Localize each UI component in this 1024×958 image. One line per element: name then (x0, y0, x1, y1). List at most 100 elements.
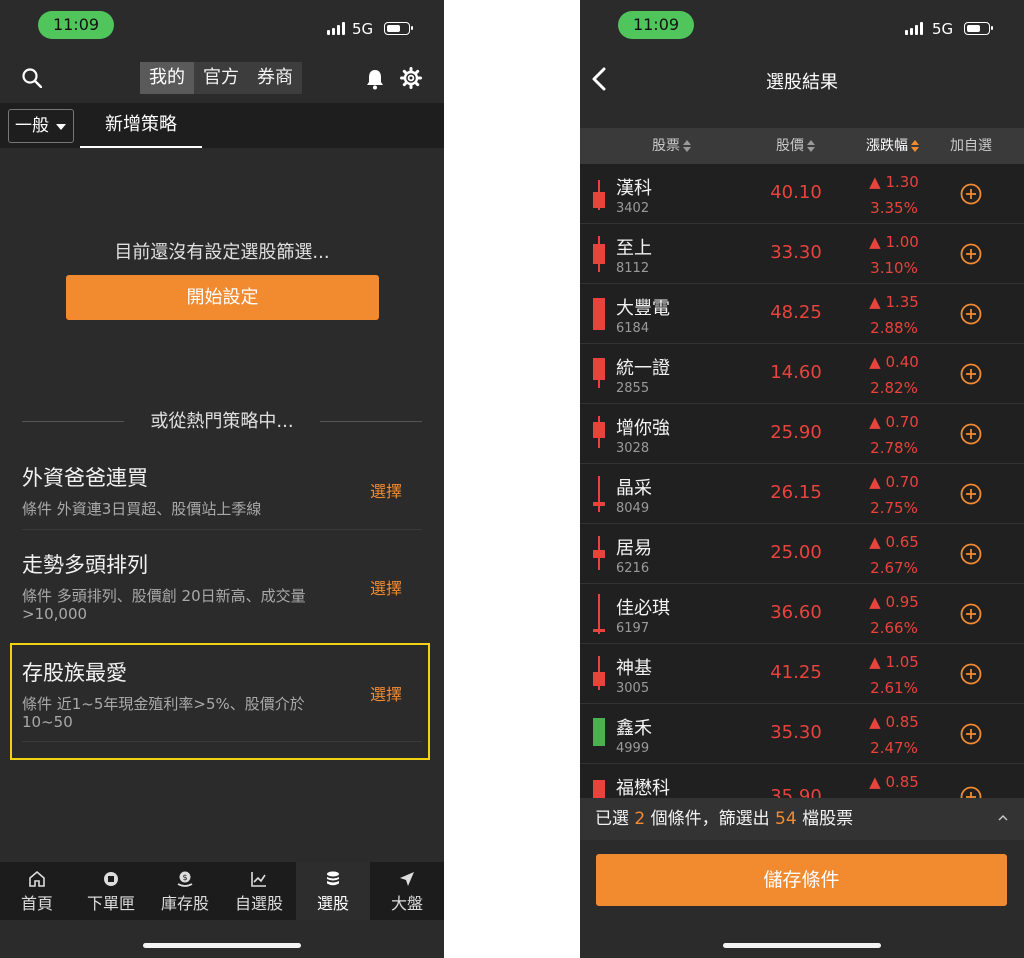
table-row[interactable]: 增你強 3028 25.90 ▲ 0.70 2.78% (580, 404, 1024, 464)
strategy-item[interactable]: 外資爸爸連買 條件 外資連3日買超、股價站上季線 選擇 (22, 462, 422, 530)
summary-suffix: 檔股票 (802, 809, 854, 829)
candlestick-icon (593, 416, 605, 448)
save-conditions-button[interactable]: 儲存條件 (596, 854, 1007, 906)
table-row[interactable]: 晶采 8049 26.15 ▲ 0.70 2.75% (580, 464, 1024, 524)
results-table: 漢科 3402 40.10 ▲ 1.30 3.35% 至上 8112 33.30… (580, 164, 1024, 798)
stock-code: 4999 (616, 741, 650, 756)
add-watchlist-icon[interactable] (960, 363, 982, 385)
add-watchlist-icon[interactable] (960, 183, 982, 205)
column-add-watchlist: 加自選 (950, 138, 992, 154)
segment-mine[interactable]: 我的 (140, 62, 194, 94)
stock-price: 41.25 (770, 662, 822, 683)
bell-icon[interactable] (364, 68, 386, 90)
popular-divider: 或從熱門策略中... (22, 409, 422, 435)
sort-icon (807, 139, 815, 153)
candlestick-icon (593, 536, 605, 570)
nav-inventory[interactable]: $ 庫存股 (148, 862, 222, 920)
nav-stock-picker[interactable]: 選股 (296, 862, 370, 920)
status-time: 11:09 (618, 11, 694, 39)
stock-code: 3005 (616, 681, 650, 696)
table-row[interactable]: 居易 6216 25.00 ▲ 0.65 2.67% (580, 524, 1024, 584)
stock-code: 8049 (616, 501, 650, 516)
candlestick-icon (593, 298, 605, 330)
strategy-tab-bar: 一般 新增策略 (0, 103, 444, 148)
home-icon (29, 870, 45, 887)
column-price[interactable]: 股價 (776, 128, 815, 164)
sort-icon (683, 139, 691, 153)
svg-text:$: $ (182, 873, 187, 882)
price-change-percent: 2.78% (870, 439, 918, 457)
price-change: ▲ 1.35 (869, 293, 919, 311)
segment-official[interactable]: 官方 (194, 62, 248, 94)
column-stock[interactable]: 股票 (652, 128, 691, 164)
start-setup-button[interactable]: 開始設定 (66, 275, 379, 320)
strategy-name: 走勢多頭排列 (22, 553, 148, 577)
table-row[interactable]: 神基 3005 41.25 ▲ 1.05 2.61% (580, 644, 1024, 704)
network-label: 5G (932, 20, 954, 38)
add-watchlist-icon[interactable] (960, 723, 982, 745)
database-icon (327, 871, 339, 886)
candlestick-icon (593, 718, 605, 748)
segment-broker[interactable]: 券商 (248, 62, 302, 94)
table-row[interactable]: 鑫禾 4999 35.30 ▲ 0.85 2.47% (580, 704, 1024, 764)
candlestick-icon (593, 780, 605, 798)
price-change: ▲ 1.05 (869, 653, 919, 671)
add-watchlist-icon[interactable] (960, 543, 982, 565)
search-icon[interactable] (22, 68, 42, 88)
stock-price: 35.30 (770, 722, 822, 743)
select-strategy-button[interactable]: 選擇 (370, 478, 402, 502)
nav-market[interactable]: 大盤 (370, 862, 444, 920)
add-watchlist-icon[interactable] (960, 663, 982, 685)
table-row[interactable]: 福懋科 35.90 ▲ 0.85 (580, 764, 1024, 798)
stock-code: 6184 (616, 321, 650, 336)
price-change-percent: 2.66% (870, 619, 918, 637)
add-watchlist-icon[interactable] (960, 303, 982, 325)
strategy-separator (22, 529, 422, 530)
table-row[interactable]: 佳必琪 6197 36.60 ▲ 0.95 2.66% (580, 584, 1024, 644)
strategy-name: 外資爸爸連買 (22, 466, 148, 490)
select-strategy-button[interactable]: 選擇 (370, 575, 402, 599)
stock-price: 36.60 (770, 602, 822, 623)
add-watchlist-icon[interactable] (960, 423, 982, 445)
price-change-percent: 3.35% (870, 199, 918, 217)
column-change[interactable]: 漲跌幅 (866, 128, 919, 164)
nav-label: 自選股 (234, 894, 283, 913)
table-row[interactable]: 大豐電 6184 48.25 ▲ 1.35 2.88% (580, 284, 1024, 344)
gear-icon[interactable] (400, 67, 422, 89)
home-indicator[interactable] (143, 943, 301, 948)
table-row[interactable]: 統一證 2855 14.60 ▲ 0.40 2.82% (580, 344, 1024, 404)
add-watchlist-icon[interactable] (960, 483, 982, 505)
filter-summary-bar[interactable]: 已選 2 個條件，篩選出 54 檔股票 (580, 798, 1024, 840)
stock-name: 大豐電 (616, 298, 670, 319)
stock-price: 25.90 (770, 422, 822, 443)
table-row[interactable]: 至上 8112 33.30 ▲ 1.00 3.10% (580, 224, 1024, 284)
signal-icon (905, 22, 923, 35)
nav-label: 選股 (316, 894, 349, 913)
add-watchlist-icon[interactable] (960, 603, 982, 625)
signal-icon (327, 22, 345, 35)
category-dropdown[interactable]: 一般 (8, 109, 74, 143)
price-change: ▲ 0.70 (869, 473, 919, 491)
add-watchlist-icon[interactable] (960, 243, 982, 265)
stock-price: 26.15 (770, 482, 822, 503)
nav-watchlist[interactable]: 自選股 (222, 862, 296, 920)
add-watchlist-icon[interactable] (960, 786, 982, 798)
stock-code: 6216 (616, 561, 650, 576)
stock-name: 晶采 (616, 478, 652, 499)
nav-label: 首頁 (20, 894, 53, 913)
stock-name: 神基 (616, 658, 652, 679)
price-change-percent: 2.88% (870, 319, 918, 337)
price-change: ▲ 0.85 (869, 713, 919, 731)
strategy-item[interactable]: 走勢多頭排列 條件 多頭排列、股價創 20日新高、成交量 >10,000 選擇 (22, 549, 422, 633)
table-row[interactable]: 漢科 3402 40.10 ▲ 1.30 3.35% (580, 164, 1024, 224)
stock-name: 鑫禾 (616, 718, 652, 739)
tab-new-strategy[interactable]: 新增策略 (80, 103, 202, 148)
nav-home[interactable]: 首頁 (0, 862, 74, 920)
column-label: 股票 (652, 138, 680, 154)
nav-order[interactable]: 下單匣 (74, 862, 148, 920)
status-bar: 11:09 5G (580, 0, 1024, 50)
chevron-up-icon[interactable] (998, 814, 1008, 822)
stock-price: 35.90 (770, 786, 822, 798)
home-indicator[interactable] (723, 943, 881, 948)
inventory-icon: $ (177, 871, 193, 887)
